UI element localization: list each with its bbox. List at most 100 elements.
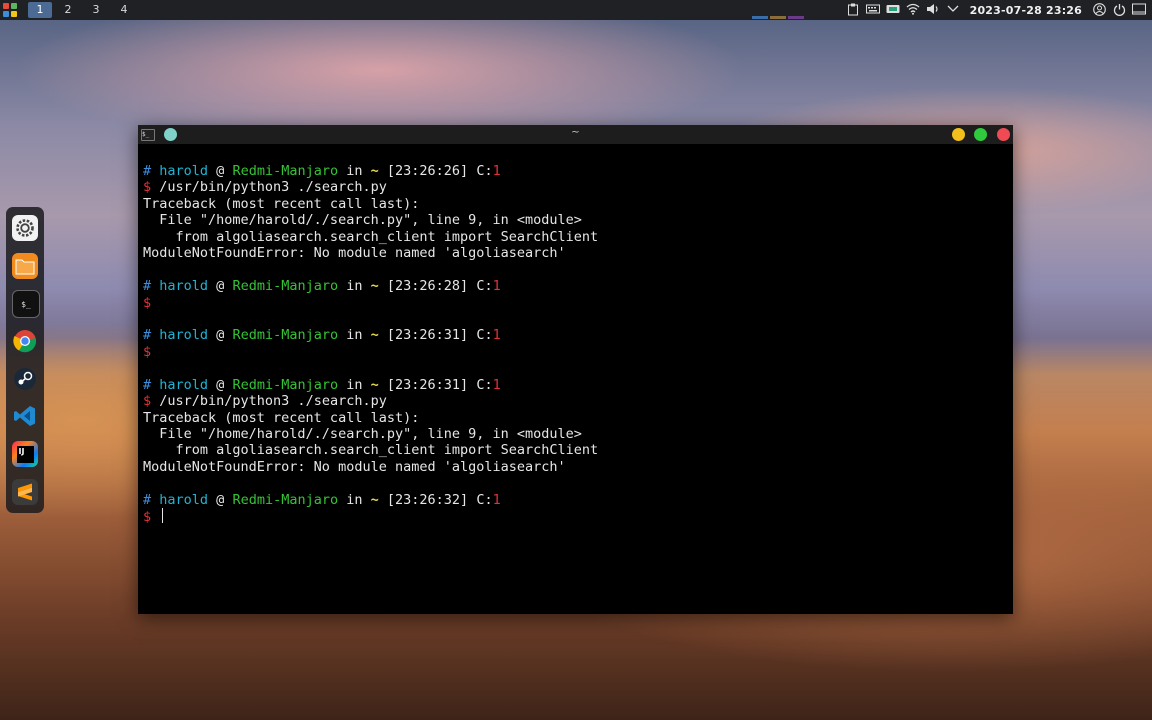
prompt-user: harold: [159, 327, 209, 344]
window-title: ~: [571, 127, 580, 138]
workspace-1[interactable]: 1: [28, 2, 52, 18]
prompt-at: @: [208, 327, 233, 344]
prompt-at: @: [208, 491, 233, 508]
prompt-in: in: [338, 376, 371, 393]
dock-settings-icon[interactable]: [12, 215, 38, 241]
user-icon[interactable]: [1092, 3, 1106, 17]
dock-steam-icon[interactable]: [12, 366, 38, 392]
maximize-button[interactable]: [974, 128, 987, 141]
output-text: from algoliasearch.search_client import …: [143, 228, 599, 245]
output-line: File "/home/harold/./search.py", line 9,…: [143, 212, 1013, 228]
prompt-host: Redmi-Manjaro: [232, 327, 339, 344]
prompt-hash: #: [143, 376, 160, 393]
workspace-3[interactable]: 3: [84, 2, 108, 18]
prompt-dir: ~: [370, 491, 379, 508]
prompt-host: Redmi-Manjaro: [232, 278, 339, 295]
clock[interactable]: 2023-07-28 23:26: [970, 4, 1082, 17]
show-desktop-icon[interactable]: [1132, 3, 1146, 17]
system-tray: 2023-07-28 23:26: [751, 0, 1146, 20]
text-cursor: [162, 508, 164, 524]
dock: $_ IJ: [6, 207, 44, 513]
prompt-dir: ~: [370, 163, 379, 179]
prompt-in: in: [338, 327, 371, 344]
output-line: from algoliasearch.search_client import …: [143, 442, 1013, 458]
prompt-line: # harold @ Redmi-Manjaro in ~ [23:26:32]…: [143, 492, 1013, 508]
minimize-button[interactable]: [952, 128, 965, 141]
volume-icon[interactable]: [926, 3, 940, 17]
prompt-exit-label: C:: [476, 278, 493, 295]
workspace-4[interactable]: 4: [112, 2, 136, 18]
dock-sublime-icon[interactable]: [12, 479, 38, 505]
dock-terminal-icon[interactable]: $_: [12, 290, 40, 318]
output-text: ModuleNotFoundError: No module named 'al…: [143, 245, 566, 262]
prompt-exit-code: 1: [492, 327, 501, 344]
command-line: $: [143, 344, 1013, 360]
prompt-user: harold: [159, 278, 209, 295]
prompt-line: # harold @ Redmi-Manjaro in ~ [23:26:31]…: [143, 327, 1013, 343]
dock-intellij-icon[interactable]: IJ: [12, 441, 38, 467]
prompt-at: @: [208, 376, 233, 393]
prompt-at: @: [208, 278, 233, 295]
prompt-in: in: [338, 163, 371, 179]
dock-files-icon[interactable]: [12, 253, 38, 279]
power-icon[interactable]: [1112, 3, 1126, 17]
prompt-time: [23:26:28]: [378, 278, 477, 295]
app-launcher-icon[interactable]: [3, 3, 17, 17]
output-line: ModuleNotFoundError: No module named 'al…: [143, 245, 1013, 261]
prompt-dollar: $: [143, 179, 160, 196]
output-line: Traceback (most recent call last):: [143, 410, 1013, 426]
prompt-host: Redmi-Manjaro: [232, 491, 339, 508]
command-text: /usr/bin/python3 ./search.py: [159, 179, 387, 196]
prompt-host: Redmi-Manjaro: [232, 376, 339, 393]
prompt-exit-label: C:: [476, 491, 493, 508]
chevron-down-icon[interactable]: [946, 3, 960, 17]
prompt-dollar: $: [143, 393, 160, 410]
intellij-logo: IJ: [16, 445, 34, 463]
wifi-icon[interactable]: [906, 3, 920, 17]
prompt-user: harold: [159, 376, 209, 393]
command-line: $: [143, 508, 1013, 525]
dock-terminal-label: $_: [21, 299, 31, 309]
task-indicators: [751, 2, 804, 19]
terminal-window: $_ ~ # harold @ Redmi-Manjaro in ~ [23:2…: [138, 125, 1013, 614]
workspace-switcher: 1 2 3 4: [28, 2, 136, 18]
prompt-hash: #: [143, 163, 160, 179]
prompt-dir: ~: [370, 278, 379, 295]
workspace-2[interactable]: 2: [56, 2, 80, 18]
prompt-time: [23:26:31]: [378, 327, 477, 344]
prompt-line: # harold @ Redmi-Manjaro in ~ [23:26:28]…: [143, 278, 1013, 294]
command-line: $: [143, 295, 1013, 311]
prompt-dir: ~: [370, 327, 379, 344]
prompt-hash: #: [143, 491, 160, 508]
output-text: from algoliasearch.search_client import …: [143, 442, 599, 459]
prompt-dollar: $: [143, 294, 160, 311]
prompt-line: # harold @ Redmi-Manjaro in ~ [23:26:26]…: [143, 163, 1013, 179]
dock-vscode-icon[interactable]: [12, 403, 38, 429]
prompt-hash: #: [143, 327, 160, 344]
prompt-user: harold: [159, 163, 209, 179]
terminal-output[interactable]: # harold @ Redmi-Manjaro in ~ [23:26:26]…: [143, 163, 1013, 525]
clipboard-icon[interactable]: [846, 3, 860, 17]
command-text: /usr/bin/python3 ./search.py: [159, 393, 387, 410]
prompt-in: in: [338, 491, 371, 508]
prompt-exit-code: 1: [492, 278, 501, 295]
prompt-exit-label: C:: [476, 163, 493, 179]
close-button[interactable]: [997, 128, 1010, 141]
output-text: ModuleNotFoundError: No module named 'al…: [143, 458, 566, 475]
output-line: Traceback (most recent call last):: [143, 196, 1013, 212]
dock-chrome-icon[interactable]: [12, 328, 38, 354]
output-text: Traceback (most recent call last):: [143, 195, 420, 212]
prompt-line: # harold @ Redmi-Manjaro in ~ [23:26:31]…: [143, 377, 1013, 393]
prompt-exit-label: C:: [476, 376, 493, 393]
prompt-host: Redmi-Manjaro: [232, 163, 339, 179]
prompt-at: @: [208, 163, 233, 179]
prompt-user: harold: [159, 491, 209, 508]
terminal-titlebar[interactable]: $_ ~: [138, 125, 1013, 144]
prompt-time: [23:26:32]: [378, 491, 477, 508]
display-icon[interactable]: [886, 3, 900, 17]
keyboard-icon[interactable]: [865, 3, 880, 17]
